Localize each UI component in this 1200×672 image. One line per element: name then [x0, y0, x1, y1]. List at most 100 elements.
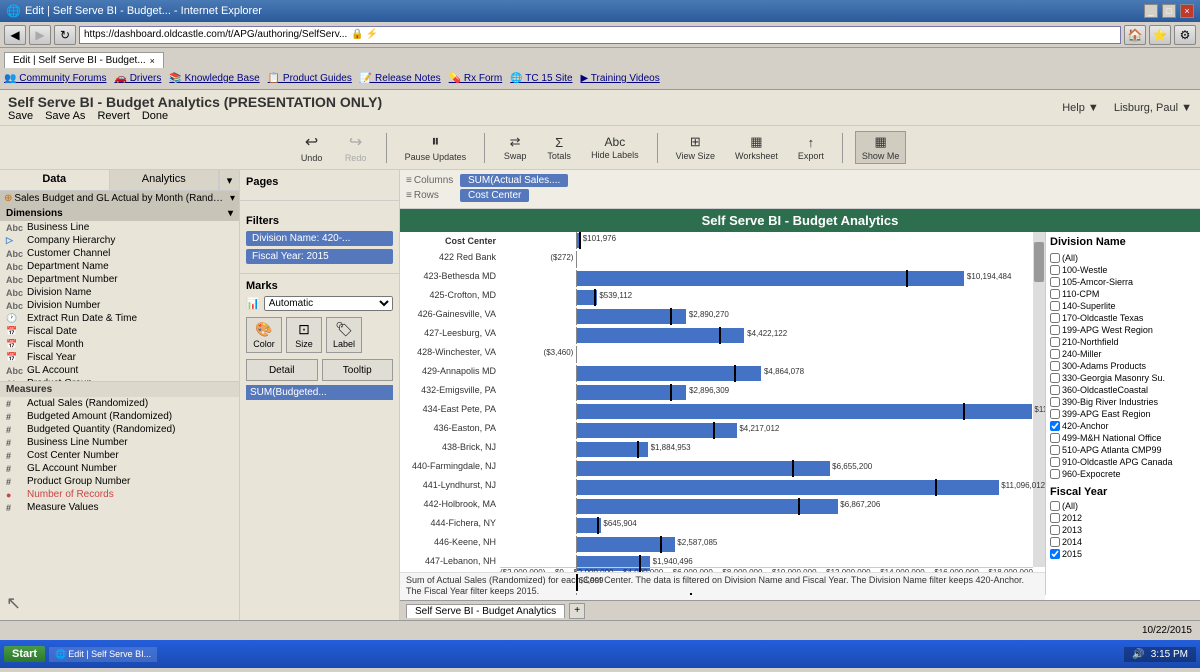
home-button[interactable]: 🏠 [1124, 25, 1146, 45]
division-checkbox-item[interactable]: 960-Expocrete [1050, 468, 1196, 480]
measure-cost-center-number[interactable]: #Cost Center Number [0, 449, 239, 462]
hide-labels-button[interactable]: Abc Hide Labels [585, 133, 645, 162]
division-checkbox[interactable] [1050, 349, 1060, 359]
division-checkbox[interactable] [1050, 373, 1060, 383]
division-checkbox-item[interactable]: 110-CPM [1050, 288, 1196, 300]
fiscal-year-checkbox-item[interactable]: (All) [1050, 500, 1196, 512]
pause-updates-button[interactable]: ⏸ Pause Updates [399, 131, 473, 164]
worksheet-button[interactable]: ▦ Worksheet [729, 132, 784, 163]
help-link[interactable]: Help ▼ [1062, 102, 1099, 114]
division-checkbox[interactable] [1050, 325, 1060, 335]
chart-bar-row[interactable]: $6,655,200 [500, 460, 1033, 477]
dimensions-header[interactable]: Dimensions ▾ [0, 206, 239, 221]
user-menu[interactable]: Lisburg, Paul ▼ [1114, 102, 1192, 114]
chart-bar-row[interactable]: $10,194,484 [500, 270, 1033, 287]
division-checkbox[interactable] [1050, 277, 1060, 287]
datasource-dropdown[interactable]: ⊕ Sales Budget and GL Actual by Month (R… [0, 191, 239, 206]
measure-actual-sales[interactable]: #Actual Sales (Randomized) [0, 397, 239, 410]
bookmark-rx-form[interactable]: 💊 Rx Form [449, 73, 503, 84]
add-sheet-button[interactable]: + [569, 603, 585, 619]
chart-bar-row[interactable]: $2,890,270 [500, 308, 1033, 325]
start-button[interactable]: Start [4, 646, 45, 662]
detail-button[interactable]: Detail [246, 359, 318, 381]
save-menu-item[interactable]: Save [8, 110, 33, 122]
scrollbar-thumb[interactable] [1034, 242, 1044, 282]
division-checkbox-item[interactable]: (All) [1050, 252, 1196, 264]
analytics-tab[interactable]: Analytics [110, 170, 220, 190]
forward-button[interactable]: ▶ [29, 25, 51, 45]
address-bar[interactable]: https://dashboard.oldcastle.com/t/APG/au… [79, 26, 1121, 44]
division-checkbox-item[interactable]: 199-APG West Region [1050, 324, 1196, 336]
fiscal-year-checkbox-item[interactable]: 2015 [1050, 548, 1196, 560]
chart-bar-row[interactable]: $4,864,078 [500, 365, 1033, 382]
redo-button[interactable]: ↪ Redo [338, 130, 374, 165]
tools-button[interactable]: ⚙ [1174, 25, 1196, 45]
division-checkbox[interactable] [1050, 361, 1060, 371]
chart-bar-row[interactable]: $11,096,012 [500, 479, 1033, 496]
marks-type-dropdown[interactable]: 📊 Automatic Bar Line [246, 296, 393, 311]
division-checkbox-item[interactable]: 390-Big River Industries [1050, 396, 1196, 408]
view-size-button[interactable]: ⊞ View Size [670, 132, 721, 163]
filter-division-name[interactable]: Division Name: 420-... [246, 231, 393, 246]
panel-tabs[interactable]: Data Analytics ▾ [0, 170, 239, 191]
rows-pill[interactable]: Cost Center [460, 189, 529, 202]
close-button[interactable]: × [1180, 4, 1194, 18]
swap-button[interactable]: ⇄ Swap [497, 132, 533, 163]
browser-action-buttons[interactable]: 🏠 ⭐ ⚙ [1124, 25, 1196, 45]
dim-customer-channel[interactable]: AbcCustomer Channel [0, 247, 239, 260]
bookmark-training-videos[interactable]: ▶ Training Videos [581, 73, 660, 84]
dim-extract-run[interactable]: 🕐Extract Run Date & Time [0, 312, 239, 325]
chart-bar-row[interactable]: $2,896,309 [500, 384, 1033, 401]
chart-bar-row[interactable]: $645,904 [500, 517, 1033, 534]
division-checkbox[interactable] [1050, 457, 1060, 467]
dim-department-name[interactable]: AbcDepartment Name [0, 260, 239, 273]
bookmark-tc15-site[interactable]: 🌐 TC 15 Site [510, 73, 572, 84]
division-checkbox[interactable] [1050, 433, 1060, 443]
fiscal-year-checkbox-item[interactable]: 2014 [1050, 536, 1196, 548]
division-checkbox-item[interactable]: 100-Westle [1050, 264, 1196, 276]
chart-bar-row[interactable]: $11,967,576 [500, 403, 1033, 420]
fiscal-year-checkbox-item[interactable]: 2012 [1050, 512, 1196, 524]
measure-measure-values[interactable]: #Measure Values [0, 501, 239, 514]
division-checkbox[interactable] [1050, 469, 1060, 479]
fiscal-year-checkbox[interactable] [1050, 525, 1060, 535]
bookmark-product-guides[interactable]: 📋 Product Guides [268, 73, 352, 84]
sheet-tab[interactable]: Self Serve BI - Budget Analytics [406, 604, 565, 618]
dim-company-hierarchy[interactable]: ▷Company Hierarchy [0, 234, 239, 247]
size-button[interactable]: ⊡ Size [286, 317, 322, 353]
division-checkbox[interactable] [1050, 445, 1060, 455]
chart-bar-row[interactable]: $4,217,012 [500, 422, 1033, 439]
division-checkbox-item[interactable]: 170-Oldcastle Texas [1050, 312, 1196, 324]
marks-type-select[interactable]: Automatic Bar Line [264, 296, 393, 311]
marks-sum-field[interactable]: SUM(Budgeted... [246, 385, 393, 400]
division-checkbox-item[interactable]: 140-Superlite [1050, 300, 1196, 312]
minimize-button[interactable]: _ [1144, 4, 1158, 18]
panel-menu-button[interactable]: ▾ [219, 170, 239, 190]
active-tab[interactable]: Edit | Self Serve BI - Budget... × [4, 52, 164, 68]
dim-fiscal-year[interactable]: 📅Fiscal Year [0, 351, 239, 364]
division-checkbox-item[interactable]: 105-Amcor-Sierra [1050, 276, 1196, 288]
data-tab[interactable]: Data [0, 170, 110, 190]
division-checkbox-item[interactable]: 210-Northfield [1050, 336, 1196, 348]
dim-department-number[interactable]: AbcDepartment Number [0, 273, 239, 286]
division-checkbox[interactable] [1050, 253, 1060, 263]
chart-bar-row[interactable]: ($3,460) [500, 346, 1033, 363]
division-checkbox[interactable] [1050, 397, 1060, 407]
division-checkbox[interactable] [1050, 289, 1060, 299]
measure-number-of-records[interactable]: ●Number of Records [0, 488, 239, 501]
dim-division-name[interactable]: AbcDivision Name [0, 286, 239, 299]
division-checkbox-item[interactable]: 330-Georgia Masonry Su. [1050, 372, 1196, 384]
dim-fiscal-month[interactable]: 📅Fiscal Month [0, 338, 239, 351]
division-checkbox[interactable] [1050, 301, 1060, 311]
division-checkbox-item[interactable]: 510-APG Atlanta CMP99 [1050, 444, 1196, 456]
division-checkbox-item[interactable]: 420-Anchor [1050, 420, 1196, 432]
show-me-button[interactable]: ▦ Show Me [855, 131, 907, 164]
favorites-button[interactable]: ⭐ [1149, 25, 1171, 45]
chart-bar-row[interactable]: $2,587,085 [500, 536, 1033, 553]
division-checkbox[interactable] [1050, 421, 1060, 431]
tooltip-button[interactable]: Tooltip [322, 359, 394, 381]
label-button[interactable]: 🏷 Label [326, 317, 362, 353]
measure-budgeted-amount[interactable]: #Budgeted Amount (Randomized) [0, 410, 239, 423]
bookmark-knowledge-base[interactable]: 📚 Knowledge Base [169, 73, 259, 84]
totals-button[interactable]: Σ Totals [541, 133, 577, 163]
